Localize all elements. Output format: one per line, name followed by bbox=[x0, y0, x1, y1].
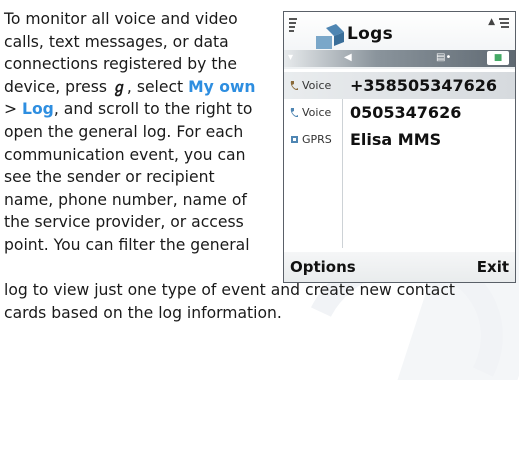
event-type: Voice bbox=[302, 79, 332, 92]
text-line: connections registered by the bbox=[4, 55, 237, 74]
signal-strength-icon bbox=[289, 18, 297, 34]
text-fragment: device, press bbox=[4, 77, 112, 96]
status-indicator-icon: ▲ bbox=[488, 17, 495, 27]
voice-call-icon bbox=[290, 81, 298, 90]
phone-header: ▲ Logs ▾ ◀ ▤• ■ bbox=[284, 12, 515, 69]
tab-scroll-left-icon: ◀ bbox=[344, 52, 352, 63]
text-fragment: , and scroll to the right to bbox=[53, 100, 253, 119]
text-line: calls, text messages, or data bbox=[4, 32, 229, 51]
tab-log-icon: ▤• bbox=[436, 52, 452, 63]
event-type: GPRS bbox=[302, 133, 332, 146]
menu-key-icon: ℊ bbox=[111, 77, 127, 96]
packet-data-icon bbox=[291, 136, 298, 143]
voice-call-icon bbox=[290, 108, 298, 117]
text-line: name, phone number, name of bbox=[4, 190, 247, 209]
text-line: device, press ℊ, select My own bbox=[4, 76, 279, 99]
text-fragment: > bbox=[4, 100, 23, 119]
text-line: > Log, and scroll to the right to bbox=[4, 98, 279, 121]
menu-link-log: Log bbox=[22, 100, 54, 119]
text-fragment: , select bbox=[126, 77, 189, 96]
logs-app-icon bbox=[316, 24, 344, 49]
text-line: cards based on the log information. bbox=[4, 303, 282, 322]
phone-screen: ▲ Logs ▾ ◀ ▤• ■ Voice +358505347626 Voic… bbox=[283, 11, 516, 283]
log-tab-bar: ▾ ◀ ▤• ■ bbox=[284, 50, 515, 67]
log-list: Voice +358505347626 Voice 0505347626 GPR… bbox=[284, 72, 515, 153]
text-line: open the general log. For each bbox=[4, 122, 244, 141]
event-contact: 0505347626 bbox=[350, 103, 462, 122]
battery-icon bbox=[499, 18, 509, 30]
screen-title: Logs bbox=[347, 24, 393, 44]
event-contact: Elisa MMS bbox=[350, 130, 442, 149]
text-line: communication event, you can bbox=[4, 145, 246, 164]
text-line: the service provider, or access bbox=[4, 213, 244, 232]
exit-softkey[interactable]: Exit bbox=[477, 258, 509, 276]
text-line: see the sender or recipient bbox=[4, 168, 215, 187]
text-line: point. You can filter the general bbox=[4, 235, 250, 254]
log-row: GPRS Elisa MMS bbox=[284, 126, 515, 153]
tab-left-arrow-icon: ▾ bbox=[288, 52, 294, 63]
log-row: Voice 0505347626 bbox=[284, 99, 515, 126]
event-type: Voice bbox=[302, 106, 332, 119]
body-paragraph-continued: log to view just one type of event and c… bbox=[4, 279, 516, 324]
text-line: To monitor all voice and video bbox=[4, 10, 238, 28]
menu-link-my-own: My own bbox=[188, 77, 256, 96]
tab-general-log-icon: ■ bbox=[487, 51, 509, 65]
options-softkey[interactable]: Options bbox=[290, 258, 356, 276]
log-row: Voice +358505347626 bbox=[284, 72, 515, 99]
event-contact: +358505347626 bbox=[350, 76, 497, 95]
softkey-bar: Options Exit bbox=[284, 252, 515, 282]
body-paragraph: To monitor all voice and video calls, te… bbox=[4, 8, 279, 257]
